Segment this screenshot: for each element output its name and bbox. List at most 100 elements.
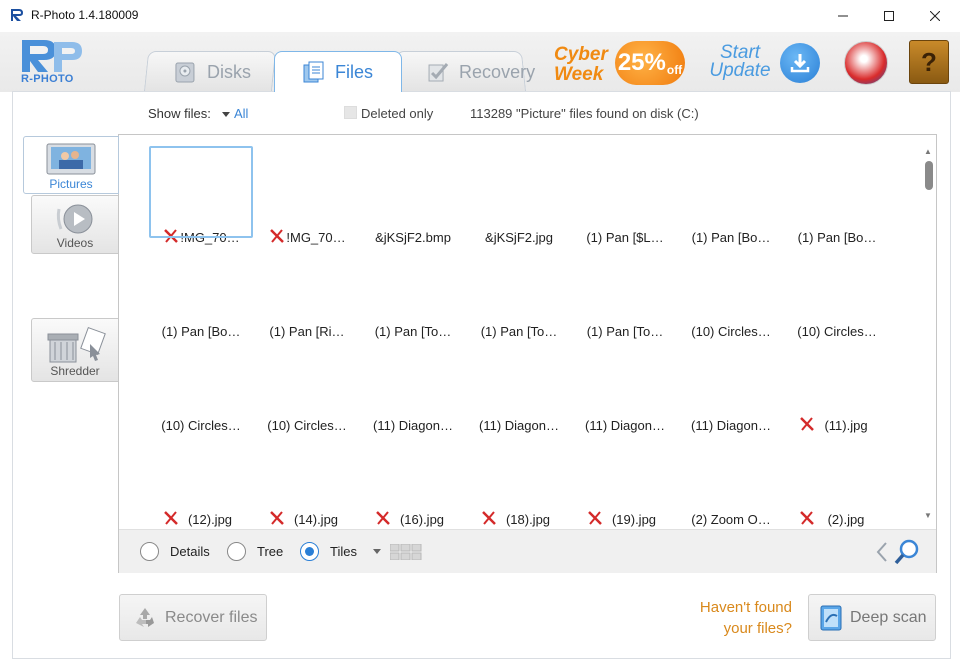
recover-files-label: Recover files (165, 609, 258, 626)
promo-discount-badge: 25% off (615, 41, 685, 85)
sidebar-item-label: Shredder (50, 364, 100, 378)
scroll-up-icon[interactable]: ▲ (924, 147, 932, 156)
logo-text: R-PHOTO (21, 73, 74, 85)
promo-line2: Week (554, 64, 604, 85)
search-icon[interactable] (893, 538, 921, 566)
disk-icon (175, 62, 195, 83)
file-tile[interactable]: (14).jpg (255, 428, 359, 527)
vertical-scrollbar[interactable]: ▲ ▼ (921, 145, 935, 525)
file-tile[interactable]: (2).jpg (785, 428, 889, 527)
sidebar-item-videos[interactable]: Videos (31, 195, 119, 254)
sidebar-item-label: Pictures (49, 177, 93, 191)
recovery-check-icon (428, 63, 449, 82)
tiles-label: Tiles (330, 544, 357, 559)
show-files-value: All (234, 106, 249, 121)
file-name: (16).jpg (399, 512, 445, 527)
promo-percent: 25% (617, 49, 666, 76)
file-tile[interactable]: &jKSjF2.bmp (361, 146, 465, 245)
update-download-button[interactable] (780, 43, 820, 83)
deleted-only-checkbox[interactable] (344, 106, 357, 119)
scroll-down-icon[interactable]: ▼ (924, 511, 932, 520)
files-icon (303, 61, 324, 83)
sidebar-item-shredder[interactable]: Shredder (31, 318, 119, 382)
file-tile[interactable]: (1) Pan [Bo… (149, 240, 253, 339)
file-tile[interactable]: (10) Circles… (679, 240, 783, 339)
maximize-icon (884, 11, 894, 21)
tree-label: Tree (257, 544, 284, 559)
language-flag-icon[interactable] (844, 41, 888, 85)
recover-files-button[interactable]: Recover files (119, 594, 267, 641)
start-update-line2: Update (709, 60, 771, 81)
tab-files-label: Files (335, 61, 374, 82)
file-tile[interactable]: (10) Circles… (149, 334, 253, 433)
close-icon (930, 11, 940, 21)
cyber-week-promo[interactable]: Cyber Week 25% off (553, 40, 687, 88)
app-icon (11, 9, 23, 21)
start-update-link[interactable]: Start Update (706, 43, 774, 81)
deep-scan-button[interactable]: Deep scan (808, 594, 936, 641)
tile-size-dropdown[interactable] (373, 549, 381, 554)
file-tile[interactable]: (11) Diagon… (679, 334, 783, 433)
download-icon (790, 54, 810, 73)
deleted-only-label: Deleted only (361, 106, 434, 121)
close-button[interactable] (912, 0, 958, 32)
file-tile[interactable]: (19).jpg (573, 428, 677, 527)
file-tile[interactable]: (1) Pan [To… (467, 240, 571, 339)
file-tile[interactable]: (11) Diagon… (361, 334, 465, 433)
file-tile[interactable]: (1) Pan [Bo… (679, 146, 783, 245)
file-tile[interactable]: !MG_70… (255, 146, 359, 245)
details-radio[interactable] (140, 542, 159, 561)
minimize-icon (838, 15, 848, 17)
sidebar-item-label: Videos (56, 236, 94, 250)
file-tile[interactable]: (11) Diagon… (573, 334, 677, 433)
promo-off: off (666, 63, 683, 77)
tab-files[interactable]: Files (274, 51, 402, 92)
file-tiles-panel: !MG_70… !MG_70… &jKSjF2.bmp &jKSjF2.jpg (1) … (118, 134, 937, 573)
deep-scan-disk-icon (820, 605, 842, 631)
file-tile[interactable]: (11).jpg (785, 334, 889, 433)
chevron-down-icon (222, 112, 230, 118)
file-tile[interactable]: (12).jpg (149, 428, 253, 527)
maximize-button[interactable] (866, 0, 912, 32)
shredder-icon (47, 326, 106, 363)
help-symbol: ? (921, 46, 937, 77)
file-name: (18).jpg (505, 512, 551, 527)
file-name: (19).jpg (611, 512, 657, 527)
minimize-button[interactable] (820, 0, 866, 32)
show-files-label: Show files: (148, 106, 211, 121)
tile-size-grid-icon[interactable] (390, 544, 422, 560)
file-tile[interactable]: (1) Pan [To… (573, 240, 677, 339)
file-tile[interactable]: (11) Diagon… (467, 334, 571, 433)
help-book-icon[interactable]: ? (909, 40, 949, 84)
file-tile[interactable]: (1) Pan [$L… (573, 146, 677, 245)
tab-disks[interactable]: Disks (143, 51, 277, 92)
havent-found-line1: Haven't found (699, 599, 792, 616)
video-play-icon (56, 204, 93, 234)
chevron-left-icon[interactable] (874, 540, 890, 564)
file-name: (12).jpg (187, 512, 233, 527)
tab-recovery[interactable]: Recovery (395, 51, 535, 92)
file-tile[interactable]: (1) Pan [To… (361, 240, 465, 339)
scroll-thumb[interactable] (925, 161, 933, 190)
pictures-icon (46, 143, 96, 175)
file-tile[interactable]: (18).jpg (467, 428, 571, 527)
promo-line1: Cyber (554, 44, 608, 65)
tiles-radio[interactable] (300, 542, 319, 561)
file-tile[interactable]: (16).jpg (361, 428, 465, 527)
tab-disks-label: Disks (206, 61, 251, 82)
file-grid: !MG_70… !MG_70… &jKSjF2.bmp &jKSjF2.jpg (1) … (119, 135, 921, 527)
tree-radio[interactable] (227, 542, 246, 561)
havent-found-link[interactable]: Haven't found your files? (672, 597, 792, 639)
title-bar: R-Photo 1.4.180009 (0, 0, 960, 32)
file-tile[interactable]: (10) Circles… (785, 240, 889, 339)
files-found-status: 113289 "Picture" files found on disk (C:… (470, 106, 699, 121)
file-tile[interactable]: (1) Pan [Ri… (255, 240, 359, 339)
file-tile[interactable]: (2) Zoom O… (679, 428, 783, 527)
file-tile[interactable]: (1) Pan [Bo… (785, 146, 889, 245)
havent-found-line2: your files? (723, 620, 792, 637)
file-tile[interactable]: &jKSjF2.jpg (467, 146, 571, 245)
file-tile[interactable]: (10) Circles… (255, 334, 359, 433)
window-title: R-Photo 1.4.180009 (31, 8, 139, 22)
show-files-dropdown[interactable]: All (222, 106, 248, 121)
sidebar-item-pictures[interactable]: Pictures (23, 136, 119, 194)
